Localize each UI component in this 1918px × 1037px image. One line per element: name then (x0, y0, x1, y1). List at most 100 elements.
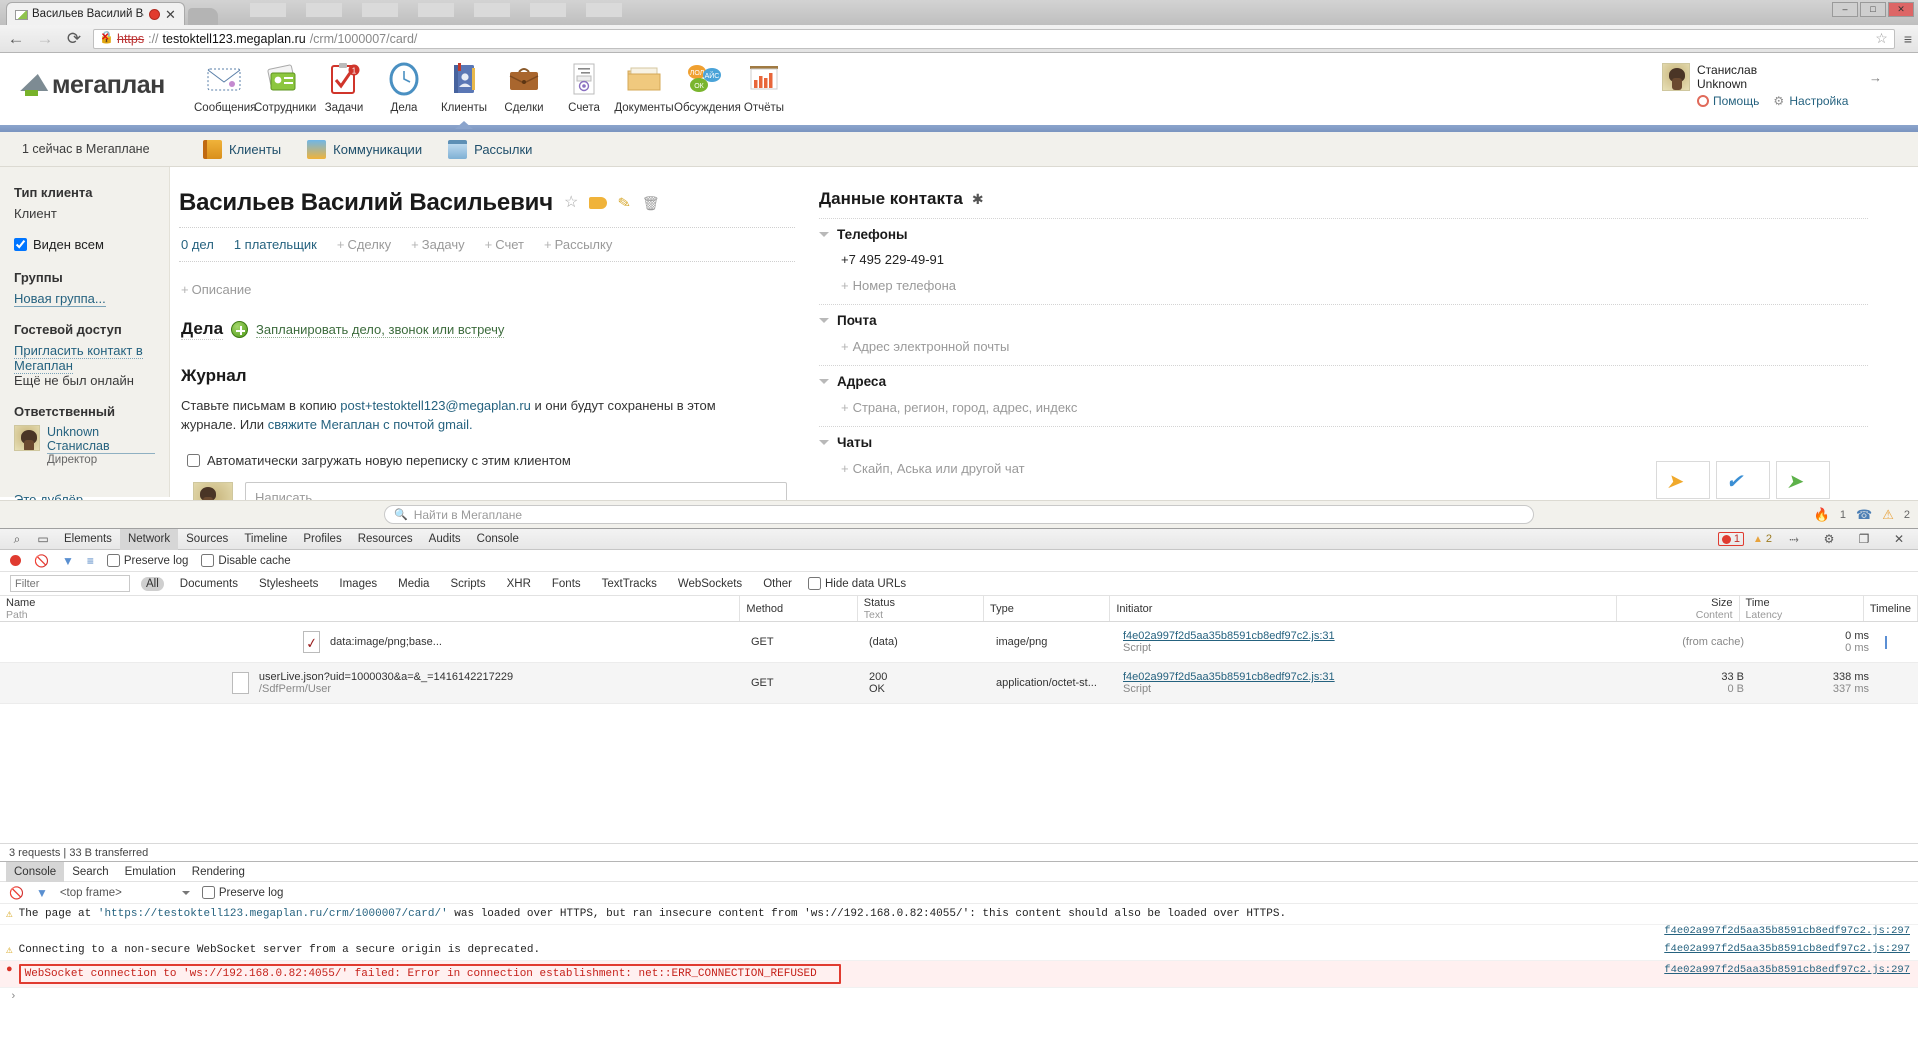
nav-item-invoices[interactable]: Счета (554, 53, 614, 114)
console-source-link[interactable]: f4e02a997f2d5aa35b8591cb8edf97c2.js:297 (1664, 964, 1910, 976)
filter-websockets[interactable]: WebSockets (673, 577, 747, 591)
logout-icon[interactable]: → (1869, 70, 1882, 85)
autoload-checkbox[interactable]: Автоматически загружать новую переписку … (187, 453, 795, 468)
forward-icon[interactable]: → (35, 30, 55, 47)
nav-item-employees[interactable]: Сотрудники (254, 53, 314, 114)
device-mode-icon[interactable]: ▭ (30, 532, 56, 546)
nav-item-tasks[interactable]: 1 Задачи (314, 53, 374, 114)
star-icon[interactable]: ☆ (564, 195, 578, 211)
inspect-element-icon[interactable]: ⌕ (4, 532, 30, 547)
maximize-button[interactable]: □ (1860, 2, 1886, 17)
paper-plane-blue-icon[interactable]: ✔ (1716, 461, 1770, 499)
nav-item-clients[interactable]: Клиенты (434, 53, 494, 114)
add-description-link[interactable]: +Описание (181, 282, 795, 297)
error-count-badge[interactable]: 1 (1718, 532, 1744, 546)
frame-selector[interactable]: <top frame> (60, 887, 190, 899)
drawer-tab-rendering[interactable]: Rendering (184, 862, 253, 882)
browser-tab[interactable]: Васильев Василий Ва… ✕ (6, 2, 185, 25)
tab-resources[interactable]: Resources (350, 529, 421, 550)
edit-pencil-icon[interactable]: ✎ (617, 195, 632, 212)
dock-side-icon[interactable]: ❐ (1851, 532, 1877, 546)
chevron-down-icon[interactable] (819, 318, 829, 323)
drawer-tab-emulation[interactable]: Emulation (117, 862, 184, 882)
grouping-icon[interactable]: ≡ (87, 554, 94, 568)
network-filter-input[interactable] (10, 575, 130, 592)
visible-to-all-input[interactable] (14, 238, 27, 251)
search-input[interactable]: 🔍 Найти в Мегаплане (384, 505, 1534, 524)
preserve-log-input[interactable] (107, 554, 120, 567)
paper-plane-orange-icon[interactable]: ➤ (1656, 461, 1710, 499)
filter-all[interactable]: All (141, 577, 164, 591)
add-deal-plus-icon[interactable] (231, 321, 248, 338)
row-initiator[interactable]: f4e02a997f2d5aa35b8591cb8edf97c2.js:31 (1123, 671, 1621, 683)
col-method[interactable]: Method (746, 603, 850, 615)
autoload-input[interactable] (187, 454, 200, 467)
reload-icon[interactable]: ⟳ (64, 30, 84, 47)
subnav-item-clients[interactable]: Клиенты (203, 140, 281, 159)
col-name[interactable]: Name (6, 597, 733, 609)
invite-contact-link[interactable]: Пригласить контакт в Мегаплан (14, 343, 143, 374)
console-message-error[interactable]: ● WebSocket connection to 'ws://192.168.… (0, 961, 1918, 988)
drawer-tab-console[interactable]: Console (6, 862, 64, 882)
filter-documents[interactable]: Documents (175, 577, 243, 591)
table-row[interactable]: userLive.json?uid=1000030&a=&_=141614221… (0, 663, 1918, 704)
filter-texttracks[interactable]: TextTracks (597, 577, 662, 591)
record-icon[interactable] (10, 555, 21, 566)
journal-email-link[interactable]: post+testoktell123@megaplan.ru (340, 398, 531, 413)
toggle-console-icon[interactable]: ⤑ (1781, 532, 1807, 547)
tab-sources[interactable]: Sources (178, 529, 236, 550)
console-message-warning[interactable]: ⚠ The page at 'https://testoktell123.meg… (0, 904, 1918, 925)
filter-media[interactable]: Media (393, 577, 434, 591)
megaplan-logo[interactable]: мегаплан (22, 71, 172, 100)
row-initiator[interactable]: f4e02a997f2d5aa35b8591cb8edf97c2.js:31 (1123, 630, 1621, 642)
bookmark-star-icon[interactable]: ☆ (1875, 30, 1888, 47)
filter-scripts[interactable]: Scripts (445, 577, 490, 591)
console-preserve-log-checkbox[interactable]: Preserve log (202, 886, 284, 899)
filter-other[interactable]: Other (758, 577, 797, 591)
new-tab-button[interactable] (188, 8, 218, 25)
col-timeline[interactable]: Timeline (1870, 603, 1911, 615)
phone-icon[interactable]: ☎ (1856, 507, 1872, 523)
plan-deal-link[interactable]: Запланировать дело, звонок или встречу (256, 322, 504, 338)
action-add-task[interactable]: +Задачу (411, 237, 464, 252)
chevron-down-icon[interactable] (819, 440, 829, 445)
responsible-name[interactable]: Unknown Станислав (47, 425, 155, 454)
console-source-link[interactable]: f4e02a997f2d5aa35b8591cb8edf97c2.js:297 (1664, 943, 1910, 955)
nav-item-messages[interactable]: Сообщения (194, 53, 254, 114)
tab-timeline[interactable]: Timeline (236, 529, 295, 550)
filter-images[interactable]: Images (334, 577, 382, 591)
add-email-link[interactable]: +Адрес электронной почты (819, 328, 1868, 365)
broken-lock-icon[interactable] (100, 32, 113, 45)
new-group-link[interactable]: Новая группа... (14, 291, 106, 307)
back-icon[interactable]: ← (6, 30, 26, 47)
console-prompt[interactable]: › (0, 988, 1918, 1006)
clear-icon[interactable]: 🚫 (34, 554, 49, 568)
tab-console[interactable]: Console (469, 529, 527, 550)
action-add-deal[interactable]: +Сделку (337, 237, 391, 252)
subnav-item-communications[interactable]: Коммуникации (307, 140, 422, 159)
tab-audits[interactable]: Audits (421, 529, 469, 550)
tab-close-icon[interactable]: ✕ (165, 8, 176, 21)
action-add-mailing[interactable]: +Рассылку (544, 237, 612, 252)
action-add-invoice[interactable]: +Счет (485, 237, 524, 252)
warning-icon[interactable]: ⚠ (1882, 507, 1894, 523)
settings-link[interactable]: ⚙Настройка (1773, 94, 1848, 108)
filter-icon[interactable]: ▼ (62, 554, 74, 568)
action-deals-count[interactable]: 0 дел (181, 237, 214, 252)
nav-item-reports[interactable]: Отчёты (734, 53, 794, 114)
trash-icon[interactable]: 🗑 (642, 196, 660, 210)
gmail-link[interactable]: свяжите Мегаплан с почтой gmail. (268, 417, 473, 432)
col-status[interactable]: Status (864, 597, 977, 609)
devtools-close-icon[interactable]: ✕ (1886, 532, 1912, 546)
nav-item-discussions[interactable]: ЛОЛАЙСОК Обсуждения (674, 53, 734, 114)
visible-to-all-checkbox[interactable]: Виден всем (14, 237, 155, 252)
console-preserve-log-input[interactable] (202, 886, 215, 899)
hide-data-urls-input[interactable] (808, 577, 821, 590)
address-bar[interactable]: https://testoktell123.megaplan.ru/crm/10… (93, 29, 1895, 49)
chevron-down-icon[interactable] (819, 232, 829, 237)
chevron-down-icon[interactable] (819, 379, 829, 384)
asterisk-icon[interactable]: ✱ (972, 191, 984, 208)
filter-fonts[interactable]: Fonts (547, 577, 586, 591)
preserve-log-checkbox[interactable]: Preserve log (107, 554, 189, 567)
browser-menu-icon[interactable]: ≡ (1904, 31, 1912, 47)
